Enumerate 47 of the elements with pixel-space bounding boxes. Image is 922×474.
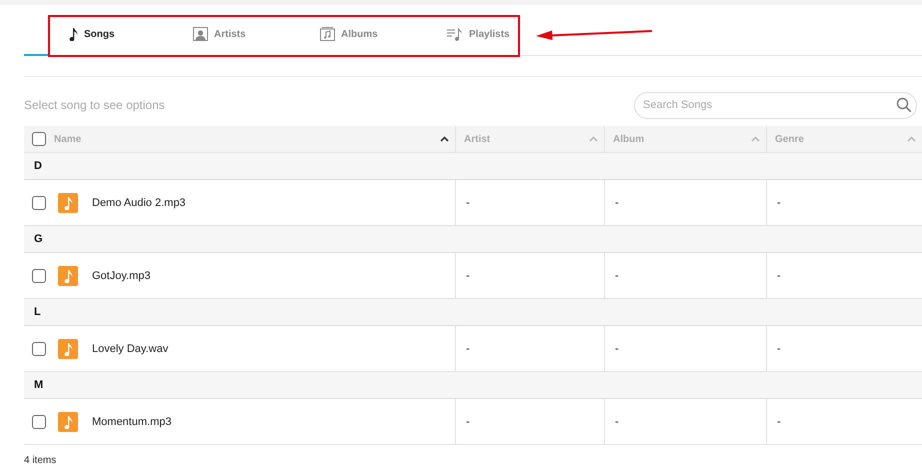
group-letter: G [34, 233, 43, 245]
table-cell: - [777, 196, 781, 208]
table-cell: - [777, 416, 781, 428]
row-checkbox[interactable] [32, 196, 46, 210]
music-file-icon [58, 266, 78, 286]
row-checkbox[interactable] [32, 414, 46, 428]
tab[interactable]: Artists [193, 27, 246, 41]
table-cell: - [466, 270, 470, 282]
hint-text: Select song to see options [24, 98, 165, 112]
item-count: 4 items [24, 455, 58, 466]
table-cell: - [615, 196, 619, 208]
song-name: GotJoy.mp3 [92, 270, 150, 282]
table-cell: - [466, 416, 470, 428]
song-name: Demo Audio 2.mp3 [92, 196, 186, 208]
active-tab-underline [24, 54, 50, 56]
note-icon [68, 27, 78, 41]
select-all-checkbox[interactable] [32, 132, 46, 146]
group-letter: L [34, 306, 41, 318]
search-field[interactable]: Search Songs [634, 92, 917, 118]
tab[interactable]: Songs [68, 27, 115, 41]
song-name: Momentum.mp3 [92, 416, 172, 428]
table-cell: - [466, 342, 470, 354]
table-cell: - [615, 342, 619, 354]
music-file-icon [58, 338, 78, 358]
person-icon [193, 27, 208, 41]
table-cell: - [615, 270, 619, 282]
column-header: Genre [775, 134, 805, 144]
search-icon [896, 96, 912, 112]
tab[interactable]: Playlists [447, 27, 510, 41]
group-letter: M [34, 379, 44, 391]
row-checkbox[interactable] [32, 342, 46, 356]
tab[interactable]: Albums [320, 27, 378, 41]
music-file-icon [58, 412, 78, 432]
column-header: Album [613, 134, 646, 144]
group-letter: D [34, 160, 42, 172]
row-checkbox[interactable] [32, 268, 46, 282]
music-file-icon [58, 192, 78, 212]
sort-caret-icon[interactable] [440, 136, 449, 142]
column-header: Name [54, 134, 82, 144]
column-header: Artist [464, 134, 492, 144]
table-cell: - [466, 196, 470, 208]
song-name: Lovely Day.wav [92, 342, 168, 354]
table-cell: - [615, 416, 619, 428]
album-icon [320, 27, 335, 41]
table-cell: - [777, 342, 781, 354]
playlist-icon [447, 27, 463, 41]
table-cell: - [777, 270, 781, 282]
